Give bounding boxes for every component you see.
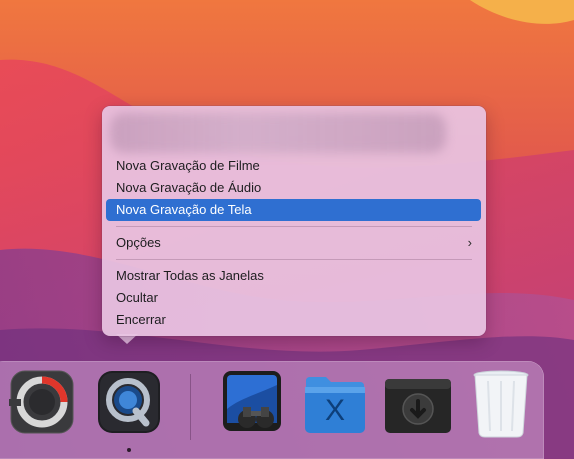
chevron-right-icon: ›: [467, 235, 472, 250]
trash-icon[interactable]: [468, 369, 534, 438]
photobooth-like-app-icon[interactable]: [9, 369, 75, 435]
menu-item-show-all-windows[interactable]: Mostrar Todas as Janelas: [106, 265, 481, 287]
dock-context-menu: Nova Gravação de Filme Nova Gravação de …: [102, 106, 486, 336]
quicktime-player-icon[interactable]: [96, 369, 162, 435]
menu-item-hide[interactable]: Ocultar: [106, 287, 481, 309]
menu-item-options-label: Opções: [116, 235, 161, 250]
menu-item-options[interactable]: Opções ›: [106, 232, 481, 254]
folder-x-glyph: X: [324, 394, 345, 427]
menu-separator: [116, 226, 472, 227]
dock-divider: [190, 374, 191, 440]
menu-item-new-screen-recording[interactable]: Nova Gravação de Tela: [106, 199, 481, 221]
preview-binoculars-icon[interactable]: [219, 369, 285, 435]
menu-item-new-movie-recording[interactable]: Nova Gravação de Filme: [106, 155, 481, 177]
disk-installer-icon[interactable]: [383, 369, 451, 435]
running-indicator: [127, 448, 131, 452]
menu-item-quit[interactable]: Encerrar: [106, 309, 481, 331]
menu-item-new-audio-recording[interactable]: Nova Gravação de Áudio: [106, 177, 481, 199]
xcode-folder-icon[interactable]: X: [302, 369, 368, 435]
menu-separator: [116, 259, 472, 260]
blurred-recent-items-header: [110, 113, 446, 153]
